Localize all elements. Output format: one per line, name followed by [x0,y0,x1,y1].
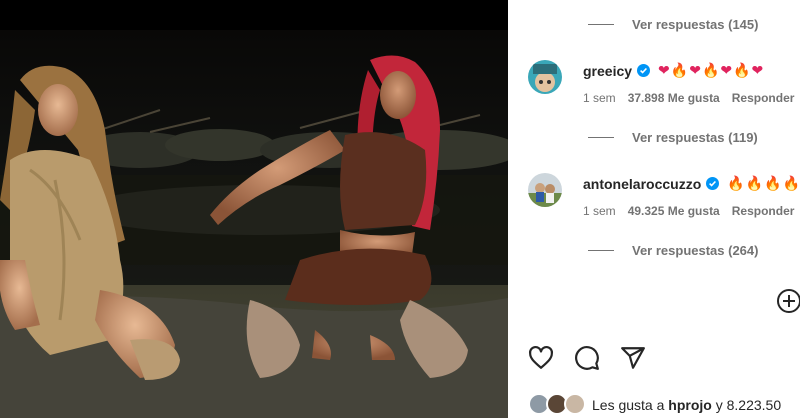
likes-text[interactable]: Les gusta a hprojo y 8.223.50 [592,397,781,413]
send-icon[interactable] [620,345,646,371]
post-photo-illustration [0,0,508,418]
view-replies-button[interactable]: Ver respuestas (145) [588,17,758,32]
avatar [564,393,586,415]
reply-button[interactable]: Responder [732,91,795,105]
likes-prefix: Les gusta a [592,397,665,413]
avatar-greeicy-image [528,60,562,94]
view-replies-label: Ver respuestas (119) [632,130,758,145]
replies-divider [588,24,614,25]
heart-icon[interactable] [528,345,554,371]
view-replies-button[interactable]: Ver respuestas (119) [588,130,758,145]
avatar[interactable] [528,60,562,94]
likes-user[interactable]: hprojo [668,397,712,413]
comments-panel: Ver respuestas (145) greeicy ❤🔥❤🔥❤🔥❤ 1 s… [508,0,800,418]
comment-icon[interactable] [574,345,600,371]
view-replies-button[interactable]: Ver respuestas (264) [588,243,758,258]
comment-likes[interactable]: 49.325 Me gusta [628,204,720,218]
replies-divider [588,250,614,251]
liker-avatars [528,393,588,417]
verified-badge-icon [637,64,651,77]
post-image[interactable] [0,0,508,418]
comment-username[interactable]: antonelaroccuzzo [583,176,701,192]
comment-time[interactable]: 1 sem [583,204,616,218]
verified-badge-icon [706,177,720,190]
comment-text: 🔥🔥🔥🔥 [727,175,800,191]
comment-time[interactable]: 1 sem [583,91,616,105]
view-replies-label: Ver respuestas (145) [632,17,759,32]
comment-text: ❤🔥❤🔥❤🔥❤ [658,62,765,78]
reply-button[interactable]: Responder [732,204,795,218]
post-actions [528,345,646,371]
replies-divider [588,137,614,138]
add-circle-icon[interactable] [776,288,800,314]
comment-likes[interactable]: 37.898 Me gusta [628,91,720,105]
avatar-antonelaroccuzzo-image [528,173,562,207]
likes-summary: Les gusta a hprojo y 8.223.50 [528,393,781,417]
avatar[interactable] [528,173,562,207]
comment-username[interactable]: greeicy [583,63,632,79]
view-replies-label: Ver respuestas (264) [632,243,759,258]
likes-suffix: y 8.223.50 [715,397,782,413]
